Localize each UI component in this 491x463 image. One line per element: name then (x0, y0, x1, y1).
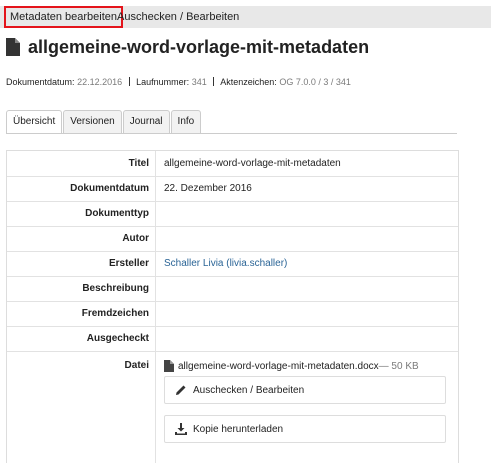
tab-bar: Übersicht Versionen Journal Info (6, 110, 202, 134)
column-divider (155, 327, 156, 351)
pencil-icon (176, 385, 186, 395)
document-icon (6, 38, 20, 56)
column-divider (155, 352, 156, 463)
table-row: Dokumenttyp (7, 202, 458, 227)
field-value-title: allgemeine-word-vorlage-mit-metadaten (164, 158, 341, 169)
checkout-edit-link[interactable]: Auschecken / Bearbeiten (117, 6, 239, 28)
column-divider (155, 227, 156, 251)
column-divider (155, 302, 156, 326)
tab-journal[interactable]: Journal (122, 110, 170, 134)
field-value-date: 22. Dezember 2016 (164, 183, 252, 194)
tab-overview[interactable]: Übersicht (6, 110, 63, 134)
table-row: Ausgecheckt (7, 327, 458, 352)
meta-number-value: 341 (191, 77, 207, 87)
table-row: Dokumentdatum 22. Dezember 2016 (7, 177, 458, 202)
table-row: Fremdzeichen (7, 302, 458, 327)
meta-number-label: Laufnummer: (136, 77, 190, 87)
edit-metadata-button[interactable]: Metadaten bearbeiten (4, 6, 124, 28)
table-row-file: Datei allgemeine-word-vorlage-mit-metada… (7, 352, 458, 463)
table-row: Titel allgemeine-word-vorlage-mit-metada… (7, 151, 458, 177)
column-divider (155, 202, 156, 226)
meta-date-value: 22.12.2016 (77, 77, 123, 87)
column-divider (155, 177, 156, 201)
table-row: Ersteller Schaller Livia (livia.schaller… (7, 252, 458, 277)
file-name[interactable]: allgemeine-word-vorlage-mit-metadaten.do… (178, 361, 379, 372)
file-icon (164, 360, 174, 372)
file-size: — 50 KB (378, 360, 419, 372)
tab-info[interactable]: Info (170, 110, 202, 134)
field-label: Datei (124, 360, 149, 371)
tab-underline (6, 133, 457, 134)
download-copy-label: Kopie herunterladen (193, 423, 284, 435)
field-label: Beschreibung (82, 283, 149, 294)
download-copy-button[interactable]: Kopie herunterladen (164, 415, 446, 443)
document-meta: Dokumentdatum: 22.12.2016 Laufnummer: 34… (6, 77, 351, 87)
field-label: Autor (122, 233, 149, 244)
download-icon (175, 423, 187, 435)
page-title: allgemeine-word-vorlage-mit-metadaten (28, 36, 370, 57)
column-divider (155, 252, 156, 276)
page-header: allgemeine-word-vorlage-mit-metadaten (6, 36, 369, 58)
column-divider (155, 277, 156, 301)
meta-ref-value: OG 7.0.0 / 3 / 341 (279, 77, 351, 87)
field-label: Ausgecheckt (86, 333, 149, 344)
meta-date-label: Dokumentdatum: (6, 77, 75, 87)
meta-separator (213, 77, 215, 86)
field-label: Titel (128, 158, 149, 169)
file-entry: allgemeine-word-vorlage-mit-metadaten.do… (164, 360, 419, 372)
checkout-edit-label: Auschecken / Bearbeiten (193, 384, 305, 396)
field-label: Ersteller (108, 258, 149, 269)
checkout-edit-button[interactable]: Auschecken / Bearbeiten (164, 376, 446, 404)
tab-versions[interactable]: Versionen (63, 110, 122, 134)
column-divider (155, 151, 156, 176)
table-row: Autor (7, 227, 458, 252)
meta-ref-label: Aktenzeichen: (220, 77, 277, 87)
creator-link[interactable]: Schaller Livia (livia.schaller) (164, 258, 287, 269)
meta-separator (128, 77, 130, 86)
field-label: Dokumentdatum (70, 183, 149, 194)
metadata-table: Titel allgemeine-word-vorlage-mit-metada… (6, 150, 459, 463)
field-label: Fremdzeichen (81, 308, 149, 319)
field-label: Dokumenttyp (85, 208, 149, 219)
table-row: Beschreibung (7, 277, 458, 302)
action-toolbar: Metadaten bearbeiten Auschecken / Bearbe… (0, 6, 491, 28)
